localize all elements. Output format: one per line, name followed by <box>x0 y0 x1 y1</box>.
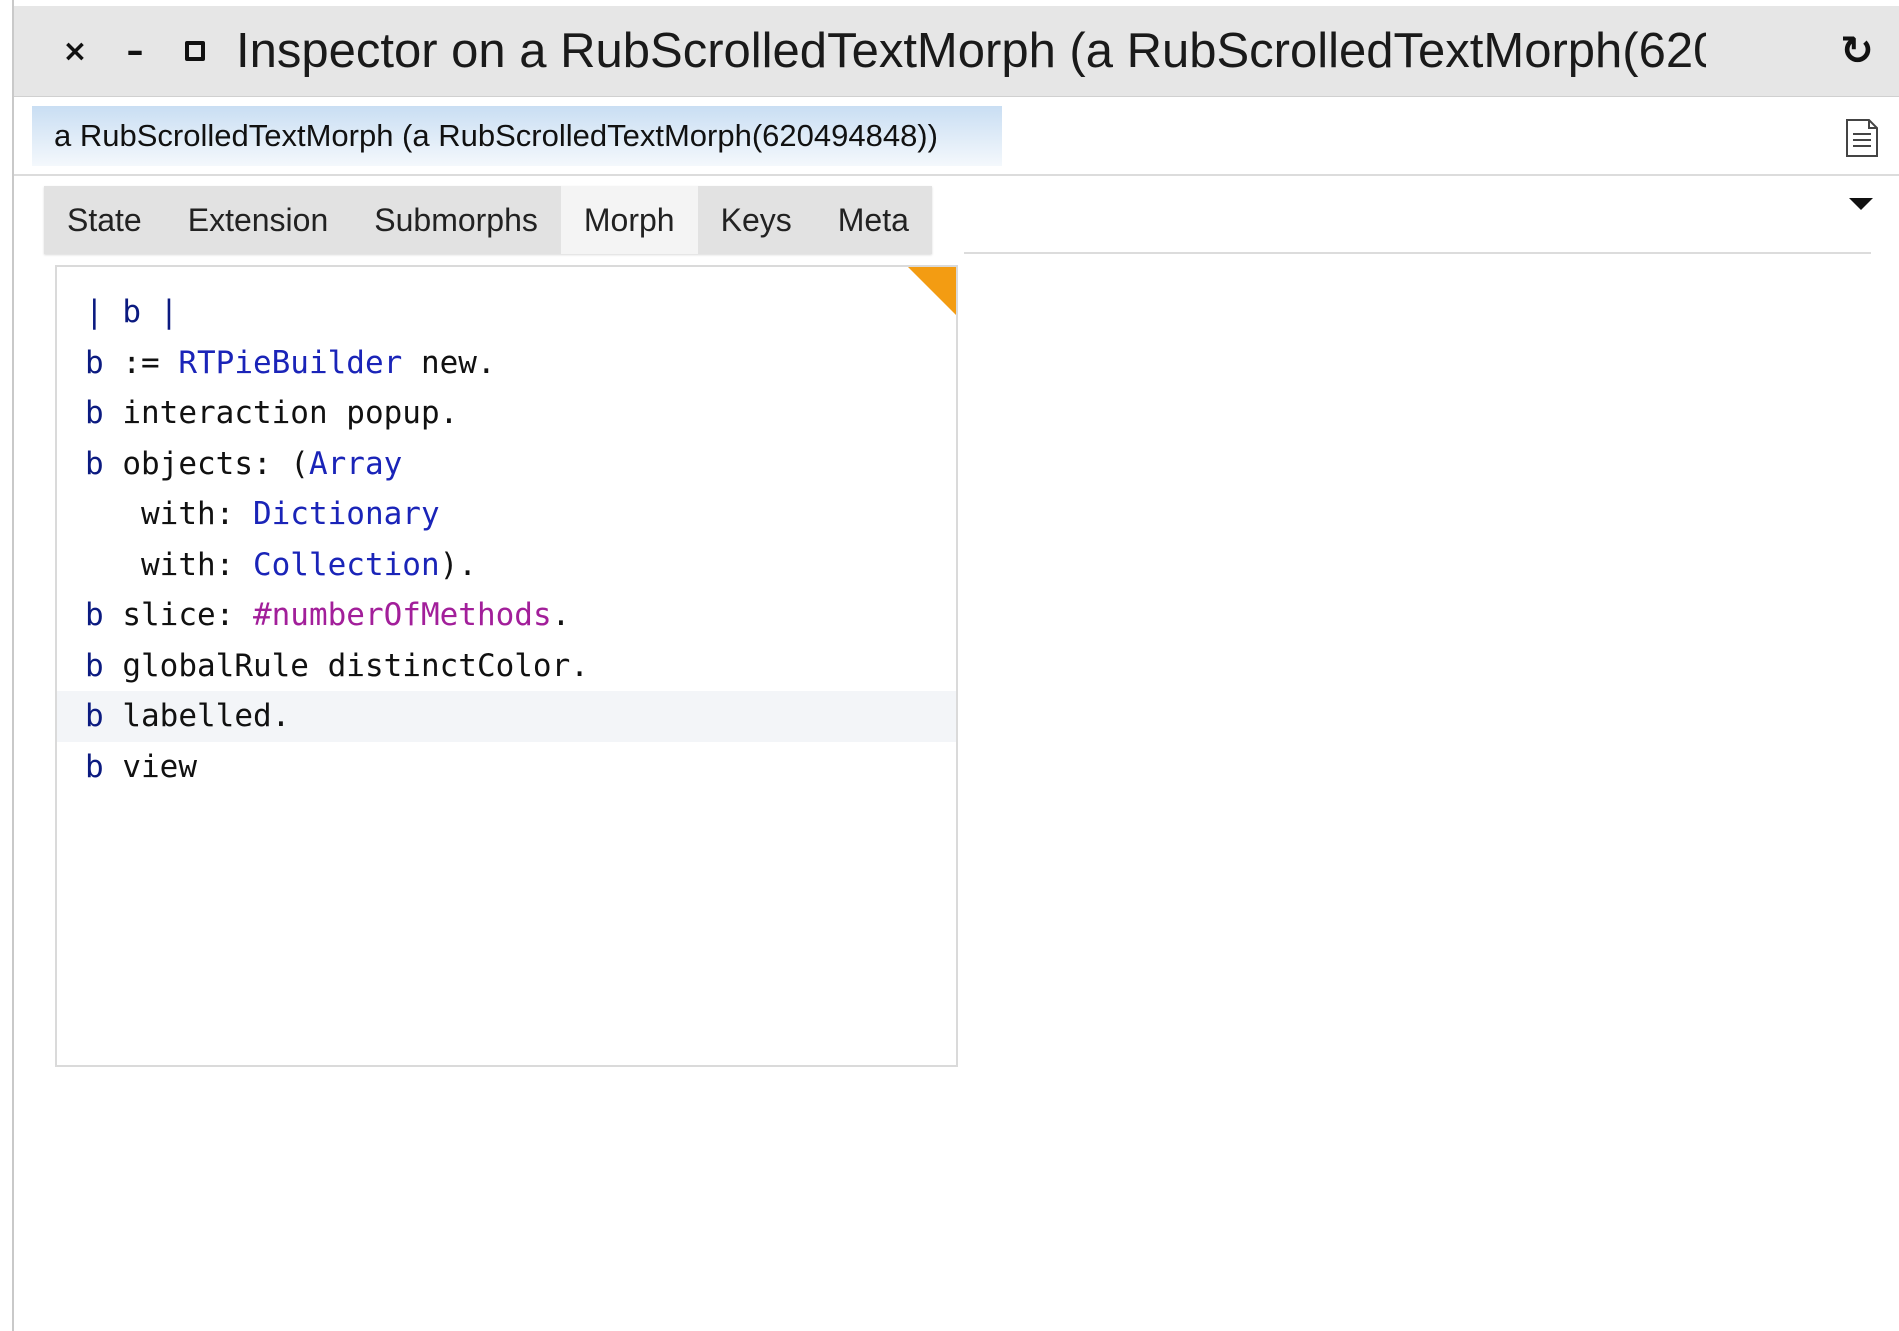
code-token: b <box>85 647 104 684</box>
code-token: ). <box>439 546 477 583</box>
code-token: view <box>103 748 197 785</box>
tab-bar: State Extension Submorphs Morph Keys Meta <box>14 176 1899 254</box>
code-line[interactable]: b objects: (Array <box>57 439 956 490</box>
inspector-window: × – Inspector on a RubScrolledTextMorph … <box>12 0 1899 1331</box>
code-line[interactable]: | b | <box>57 287 956 338</box>
code-token: Array <box>308 445 403 482</box>
code-line[interactable]: b := RTPieBuilder new. <box>57 338 956 389</box>
code-token: b <box>122 294 141 330</box>
code-line[interactable]: b view <box>57 742 956 793</box>
tab-keys[interactable]: Keys <box>698 186 815 254</box>
code-token: | <box>141 294 179 330</box>
code-token: | <box>85 294 123 330</box>
code-token: . <box>551 597 571 633</box>
code-token: b <box>85 748 104 785</box>
code-token: with: <box>85 546 253 583</box>
code-line[interactable]: b interaction popup. <box>57 388 956 439</box>
code-token: RTPieBuilder <box>178 344 403 381</box>
code-line[interactable]: b labelled. <box>57 691 956 742</box>
code-line[interactable]: with: Collection). <box>57 540 956 591</box>
code-token: objects: ( <box>103 445 309 482</box>
tab-submorphs[interactable]: Submorphs <box>351 186 561 254</box>
code-token: globalRule distinctColor. <box>103 647 589 684</box>
maximize-icon[interactable] <box>168 6 222 96</box>
tab-extension[interactable]: Extension <box>165 186 352 254</box>
code-token: := <box>103 344 179 381</box>
breadcrumb-bar: a RubScrolledTextMorph (a RubScrolledTex… <box>14 98 1899 176</box>
code-token: #numberOfMethods <box>252 597 552 633</box>
code-token: with: <box>85 496 253 532</box>
tab-divider <box>964 252 1871 254</box>
code-editor[interactable]: | b | b := RTPieBuilder new. b interaction… <box>55 265 958 1067</box>
close-icon[interactable]: × <box>48 6 102 96</box>
code-token: labelled. <box>103 698 291 734</box>
tab-morph[interactable]: Morph <box>560 186 698 254</box>
code-token: b <box>85 445 104 482</box>
code-token: Dictionary <box>252 496 440 532</box>
document-icon[interactable] <box>1845 118 1879 158</box>
tab-strip: State Extension Submorphs Morph Keys Meta <box>44 186 932 254</box>
code-token: b <box>85 344 104 381</box>
restore-icon[interactable]: ↻ <box>1827 6 1887 96</box>
code-token: interaction popup. <box>103 395 459 431</box>
minimize-icon[interactable]: – <box>108 6 162 96</box>
code-token: b <box>85 395 104 431</box>
code-line[interactable]: b slice: #numberOfMethods. <box>57 590 956 641</box>
tab-state[interactable]: State <box>44 186 165 254</box>
code-token: Collection <box>252 546 440 583</box>
code-token: b <box>85 698 104 734</box>
code-token: b <box>85 597 104 633</box>
code-line[interactable]: b globalRule distinctColor. <box>57 641 956 692</box>
maximize-box-icon <box>185 41 205 61</box>
window-title: Inspector on a RubScrolledTextMorph (a R… <box>236 24 1706 78</box>
code-lines: | b | b := RTPieBuilder new. b interaction… <box>57 287 956 792</box>
breadcrumb[interactable]: a RubScrolledTextMorph (a RubScrolledTex… <box>32 106 1002 166</box>
tab-meta[interactable]: Meta <box>815 186 932 254</box>
code-token: slice: <box>103 597 253 633</box>
chevron-down-icon[interactable] <box>1849 198 1873 210</box>
title-bar[interactable]: × – Inspector on a RubScrolledTextMorph … <box>14 6 1899 97</box>
code-token: new. <box>402 344 496 381</box>
code-line[interactable]: with: Dictionary <box>57 489 956 540</box>
